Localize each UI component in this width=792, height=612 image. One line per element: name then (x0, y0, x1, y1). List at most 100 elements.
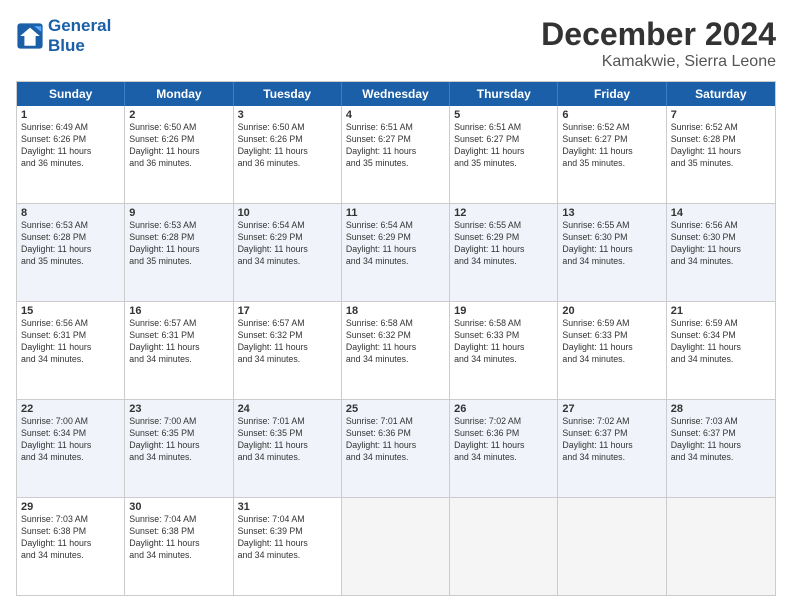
day-number: 29 (21, 501, 120, 513)
day-info: Sunrise: 6:58 AM Sunset: 6:33 PM Dayligh… (454, 318, 553, 366)
subtitle: Kamakwie, Sierra Leone (541, 53, 776, 71)
day-number: 30 (129, 501, 228, 513)
day-info: Sunrise: 6:51 AM Sunset: 6:27 PM Dayligh… (346, 122, 445, 170)
calendar-cell-4: 4Sunrise: 6:51 AM Sunset: 6:27 PM Daylig… (342, 106, 450, 203)
calendar-cell-19: 19Sunrise: 6:58 AM Sunset: 6:33 PM Dayli… (450, 302, 558, 399)
day-number: 8 (21, 207, 120, 219)
day-number: 13 (562, 207, 661, 219)
day-info: Sunrise: 7:01 AM Sunset: 6:35 PM Dayligh… (238, 416, 337, 464)
calendar-cell-31: 31Sunrise: 7:04 AM Sunset: 6:39 PM Dayli… (234, 498, 342, 595)
calendar-cell-21: 21Sunrise: 6:59 AM Sunset: 6:34 PM Dayli… (667, 302, 775, 399)
calendar-cell-27: 27Sunrise: 7:02 AM Sunset: 6:37 PM Dayli… (558, 400, 666, 497)
header: General Blue December 2024 Kamakwie, Sie… (16, 16, 776, 71)
day-info: Sunrise: 6:53 AM Sunset: 6:28 PM Dayligh… (21, 220, 120, 268)
logo: General Blue (16, 16, 111, 55)
day-info: Sunrise: 6:55 AM Sunset: 6:29 PM Dayligh… (454, 220, 553, 268)
day-number: 20 (562, 305, 661, 317)
calendar-cell-24: 24Sunrise: 7:01 AM Sunset: 6:35 PM Dayli… (234, 400, 342, 497)
calendar-cell-30: 30Sunrise: 7:04 AM Sunset: 6:38 PM Dayli… (125, 498, 233, 595)
calendar-week-0: 1Sunrise: 6:49 AM Sunset: 6:26 PM Daylig… (17, 106, 775, 204)
day-number: 12 (454, 207, 553, 219)
calendar-cell-empty (342, 498, 450, 595)
day-number: 5 (454, 109, 553, 121)
calendar-cell-20: 20Sunrise: 6:59 AM Sunset: 6:33 PM Dayli… (558, 302, 666, 399)
day-number: 1 (21, 109, 120, 121)
day-info: Sunrise: 6:59 AM Sunset: 6:33 PM Dayligh… (562, 318, 661, 366)
day-number: 28 (671, 403, 771, 415)
day-number: 17 (238, 305, 337, 317)
calendar-cell-16: 16Sunrise: 6:57 AM Sunset: 6:31 PM Dayli… (125, 302, 233, 399)
title-block: December 2024 Kamakwie, Sierra Leone (541, 16, 776, 71)
day-info: Sunrise: 6:54 AM Sunset: 6:29 PM Dayligh… (346, 220, 445, 268)
day-info: Sunrise: 6:49 AM Sunset: 6:26 PM Dayligh… (21, 122, 120, 170)
day-number: 26 (454, 403, 553, 415)
calendar-week-1: 8Sunrise: 6:53 AM Sunset: 6:28 PM Daylig… (17, 204, 775, 302)
header-friday: Friday (558, 82, 666, 106)
calendar-week-3: 22Sunrise: 7:00 AM Sunset: 6:34 PM Dayli… (17, 400, 775, 498)
calendar-cell-14: 14Sunrise: 6:56 AM Sunset: 6:30 PM Dayli… (667, 204, 775, 301)
day-number: 25 (346, 403, 445, 415)
calendar-cell-empty (450, 498, 558, 595)
calendar-header: Sunday Monday Tuesday Wednesday Thursday… (17, 82, 775, 106)
calendar-cell-empty (558, 498, 666, 595)
day-info: Sunrise: 6:56 AM Sunset: 6:31 PM Dayligh… (21, 318, 120, 366)
day-info: Sunrise: 6:53 AM Sunset: 6:28 PM Dayligh… (129, 220, 228, 268)
calendar-week-2: 15Sunrise: 6:56 AM Sunset: 6:31 PM Dayli… (17, 302, 775, 400)
header-tuesday: Tuesday (234, 82, 342, 106)
calendar-week-4: 29Sunrise: 7:03 AM Sunset: 6:38 PM Dayli… (17, 498, 775, 595)
day-number: 6 (562, 109, 661, 121)
calendar-cell-18: 18Sunrise: 6:58 AM Sunset: 6:32 PM Dayli… (342, 302, 450, 399)
calendar-cell-15: 15Sunrise: 6:56 AM Sunset: 6:31 PM Dayli… (17, 302, 125, 399)
logo-icon (16, 22, 44, 50)
day-number: 22 (21, 403, 120, 415)
day-number: 18 (346, 305, 445, 317)
header-sunday: Sunday (17, 82, 125, 106)
day-number: 27 (562, 403, 661, 415)
day-number: 16 (129, 305, 228, 317)
calendar-cell-22: 22Sunrise: 7:00 AM Sunset: 6:34 PM Dayli… (17, 400, 125, 497)
day-info: Sunrise: 6:59 AM Sunset: 6:34 PM Dayligh… (671, 318, 771, 366)
page: General Blue December 2024 Kamakwie, Sie… (0, 0, 792, 612)
calendar-cell-5: 5Sunrise: 6:51 AM Sunset: 6:27 PM Daylig… (450, 106, 558, 203)
calendar-cell-10: 10Sunrise: 6:54 AM Sunset: 6:29 PM Dayli… (234, 204, 342, 301)
day-number: 31 (238, 501, 337, 513)
day-info: Sunrise: 6:58 AM Sunset: 6:32 PM Dayligh… (346, 318, 445, 366)
day-info: Sunrise: 7:04 AM Sunset: 6:39 PM Dayligh… (238, 514, 337, 562)
calendar-cell-1: 1Sunrise: 6:49 AM Sunset: 6:26 PM Daylig… (17, 106, 125, 203)
day-info: Sunrise: 6:51 AM Sunset: 6:27 PM Dayligh… (454, 122, 553, 170)
day-info: Sunrise: 6:50 AM Sunset: 6:26 PM Dayligh… (238, 122, 337, 170)
day-number: 14 (671, 207, 771, 219)
calendar-cell-28: 28Sunrise: 7:03 AM Sunset: 6:37 PM Dayli… (667, 400, 775, 497)
calendar-cell-8: 8Sunrise: 6:53 AM Sunset: 6:28 PM Daylig… (17, 204, 125, 301)
header-monday: Monday (125, 82, 233, 106)
day-number: 3 (238, 109, 337, 121)
month-title: December 2024 (541, 16, 776, 53)
day-info: Sunrise: 7:01 AM Sunset: 6:36 PM Dayligh… (346, 416, 445, 464)
calendar: Sunday Monday Tuesday Wednesday Thursday… (16, 81, 776, 596)
day-info: Sunrise: 7:03 AM Sunset: 6:37 PM Dayligh… (671, 416, 771, 464)
day-info: Sunrise: 7:00 AM Sunset: 6:34 PM Dayligh… (21, 416, 120, 464)
day-info: Sunrise: 7:02 AM Sunset: 6:37 PM Dayligh… (562, 416, 661, 464)
day-info: Sunrise: 7:04 AM Sunset: 6:38 PM Dayligh… (129, 514, 228, 562)
calendar-cell-23: 23Sunrise: 7:00 AM Sunset: 6:35 PM Dayli… (125, 400, 233, 497)
calendar-cell-17: 17Sunrise: 6:57 AM Sunset: 6:32 PM Dayli… (234, 302, 342, 399)
day-info: Sunrise: 6:52 AM Sunset: 6:28 PM Dayligh… (671, 122, 771, 170)
logo-text: General Blue (48, 16, 111, 55)
header-thursday: Thursday (450, 82, 558, 106)
day-info: Sunrise: 7:03 AM Sunset: 6:38 PM Dayligh… (21, 514, 120, 562)
calendar-cell-13: 13Sunrise: 6:55 AM Sunset: 6:30 PM Dayli… (558, 204, 666, 301)
day-info: Sunrise: 6:55 AM Sunset: 6:30 PM Dayligh… (562, 220, 661, 268)
day-number: 21 (671, 305, 771, 317)
day-info: Sunrise: 6:57 AM Sunset: 6:32 PM Dayligh… (238, 318, 337, 366)
day-number: 7 (671, 109, 771, 121)
calendar-cell-7: 7Sunrise: 6:52 AM Sunset: 6:28 PM Daylig… (667, 106, 775, 203)
day-number: 9 (129, 207, 228, 219)
day-info: Sunrise: 6:57 AM Sunset: 6:31 PM Dayligh… (129, 318, 228, 366)
day-info: Sunrise: 6:54 AM Sunset: 6:29 PM Dayligh… (238, 220, 337, 268)
calendar-cell-12: 12Sunrise: 6:55 AM Sunset: 6:29 PM Dayli… (450, 204, 558, 301)
day-number: 24 (238, 403, 337, 415)
calendar-cell-2: 2Sunrise: 6:50 AM Sunset: 6:26 PM Daylig… (125, 106, 233, 203)
calendar-cell-26: 26Sunrise: 7:02 AM Sunset: 6:36 PM Dayli… (450, 400, 558, 497)
calendar-cell-3: 3Sunrise: 6:50 AM Sunset: 6:26 PM Daylig… (234, 106, 342, 203)
day-info: Sunrise: 7:02 AM Sunset: 6:36 PM Dayligh… (454, 416, 553, 464)
